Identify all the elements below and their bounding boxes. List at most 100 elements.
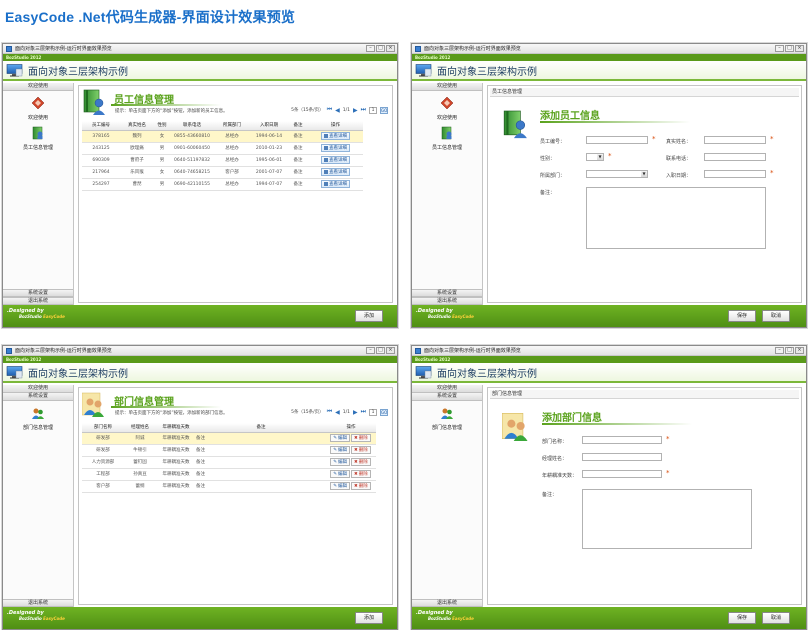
sidebar-header-welcome[interactable]: 欢迎使用 <box>412 385 482 393</box>
cancel-button[interactable]: 取消 <box>762 310 790 322</box>
delete-button[interactable]: ✖ 删除 <box>351 458 371 466</box>
table-row[interactable]: 217964 乐风猴女 0640-74658215 客户部 2001-07-07 备注 查… <box>82 166 363 179</box>
sidebar-system-settings[interactable]: 系统设置 <box>412 393 482 401</box>
col-header[interactable]: 年耕耦准天数 <box>156 423 196 433</box>
remark-textarea[interactable] <box>586 187 766 249</box>
last-page-icon[interactable]: ⏭ <box>361 408 366 416</box>
sidebar-exit[interactable]: 退出系统 <box>3 599 73 607</box>
close-icon[interactable]: × <box>795 347 804 354</box>
next-page-icon[interactable]: ▶ <box>353 107 358 114</box>
maximize-icon[interactable]: □ <box>785 45 794 52</box>
sidebar-exit[interactable]: 退出系统 <box>412 599 482 607</box>
minimize-icon[interactable]: – <box>366 347 375 354</box>
sidebar-system-settings[interactable]: 系统设置 <box>3 393 73 401</box>
sidebar-item-welcome[interactable]: 欢迎使用 <box>3 96 73 121</box>
close-icon[interactable]: × <box>795 45 804 52</box>
delete-button[interactable]: ✖ 删除 <box>351 482 371 490</box>
sidebar-header-welcome[interactable]: 欢迎使用 <box>412 83 482 91</box>
add-button[interactable]: 添加 <box>355 612 383 624</box>
col-header[interactable]: 所属部门 <box>214 121 250 131</box>
delete-button[interactable]: ✖ 删除 <box>351 470 371 478</box>
minimize-icon[interactable]: – <box>775 45 784 52</box>
delete-button[interactable]: ✖ 删除 <box>351 446 371 454</box>
delete-button[interactable]: ✖ 删除 <box>351 434 371 442</box>
table-row[interactable]: 690309 曹府子男 0640-51197832 总经办 1995-06-01 备注 查… <box>82 154 363 167</box>
col-header[interactable]: 经理姓名 <box>124 423 156 433</box>
view-detail-button[interactable]: 查看详细 <box>321 156 350 164</box>
col-header[interactable]: 备注 <box>196 423 326 433</box>
view-detail-button[interactable]: 查看详细 <box>321 132 350 140</box>
remark-textarea[interactable] <box>582 489 752 549</box>
col-header[interactable]: 真实姓名 <box>120 121 154 131</box>
first-page-icon[interactable]: ⏮ <box>327 106 332 114</box>
department-select[interactable]: ▼ <box>586 170 648 178</box>
hire-date-input[interactable] <box>704 170 766 178</box>
table-row[interactable]: 254297 曹琵男 0690-42110155 总经办 1994-07-07 备注 查看… <box>82 178 363 191</box>
view-detail-button[interactable]: 查看详细 <box>321 144 350 152</box>
table-row[interactable]: 378165 魏列女 0855-43660810 总经办 1994-06-14 备注 查看… <box>82 130 363 143</box>
days-input[interactable] <box>582 470 662 478</box>
sidebar-item-employee[interactable]: 员工信息管理 <box>3 126 73 151</box>
page-input[interactable]: 1 <box>369 106 377 114</box>
sidebar-item-department[interactable]: 部门信息管理 <box>412 406 482 431</box>
next-page-icon[interactable]: ▶ <box>353 409 358 416</box>
edit-button[interactable]: ✎ 编辑 <box>330 482 350 490</box>
col-header[interactable]: 备注 <box>288 121 308 131</box>
group-label: 员工信息管理 <box>490 88 799 97</box>
edit-button[interactable]: ✎ 编辑 <box>330 434 350 442</box>
sidebar-item-department[interactable]: 部门信息管理 <box>3 406 73 431</box>
sidebar-item-employee[interactable]: 员工信息管理 <box>412 126 482 151</box>
last-page-icon[interactable]: ⏭ <box>361 106 366 114</box>
page-input[interactable]: 1 <box>369 408 377 416</box>
emp-no-input[interactable] <box>586 136 648 144</box>
col-header[interactable]: 员工编号 <box>82 121 120 131</box>
window-titlebar: 面向对象三层架构示例-运行时界面效果预览 – □ × <box>3 44 397 54</box>
save-button[interactable]: 保存 <box>728 612 756 624</box>
table-row[interactable]: 人力资源部 蕾钉固 年耕耦准天数 备注 ✎ 编辑 ✖ 删除 <box>82 456 376 469</box>
add-button[interactable]: 添加 <box>355 310 383 322</box>
gender-select[interactable]: ▼ <box>586 153 604 161</box>
prev-page-icon[interactable]: ◀ <box>335 409 340 416</box>
table-row[interactable]: 工程部 孙真豆 年耕耦准天数 备注 ✎ 编辑 ✖ 删除 <box>82 468 376 481</box>
view-detail-button[interactable]: 查看详细 <box>321 168 350 176</box>
cancel-button[interactable]: 取消 <box>762 612 790 624</box>
minimize-icon[interactable]: – <box>775 347 784 354</box>
col-header[interactable]: 入职日期 <box>250 121 288 131</box>
edit-button[interactable]: ✎ 编辑 <box>330 458 350 466</box>
edit-button[interactable]: ✎ 编辑 <box>330 446 350 454</box>
table-row[interactable]: 客户部 蕾纲 年耕耦准天数 备注 ✎ 编辑 ✖ 删除 <box>82 480 376 493</box>
sidebar-exit[interactable]: 退出系统 <box>3 297 73 305</box>
real-name-input[interactable] <box>704 136 766 144</box>
sidebar-item-welcome[interactable]: 欢迎使用 <box>412 96 482 121</box>
table-row[interactable]: 243125 欧理痛男 0901-60060450 总经办 2010-01-23 备注 查… <box>82 142 363 155</box>
sidebar-system-settings[interactable]: 系统设置 <box>3 289 73 297</box>
col-header[interactable]: 性别 <box>154 121 170 131</box>
sidebar-exit[interactable]: 退出系统 <box>412 297 482 305</box>
cell: 女 <box>154 166 170 179</box>
maximize-icon[interactable]: □ <box>376 347 385 354</box>
save-button[interactable]: 保存 <box>728 310 756 322</box>
view-detail-button[interactable]: 查看详细 <box>321 180 350 188</box>
col-header[interactable]: 联系电话 <box>170 121 214 131</box>
table-row[interactable]: 研发部 牛顿引 年耕耦准天数 备注 ✎ 编辑 ✖ 删除 <box>82 444 376 457</box>
sidebar-header-welcome[interactable]: 欢迎使用 <box>3 385 73 393</box>
window-titlebar: 面向对象三层架构示例-运行时界面效果预览 – □ × <box>412 346 806 356</box>
minimize-icon[interactable]: – <box>366 45 375 52</box>
maximize-icon[interactable]: □ <box>785 347 794 354</box>
dept-name-input[interactable] <box>582 436 662 444</box>
phone-input[interactable] <box>704 153 766 161</box>
edit-button[interactable]: ✎ 编辑 <box>330 470 350 478</box>
sidebar-header-welcome[interactable]: 欢迎使用 <box>3 83 73 91</box>
view-detail-label: 查看详细 <box>329 158 347 163</box>
sidebar-system-settings[interactable]: 系统设置 <box>412 289 482 297</box>
col-header[interactable]: 部门名称 <box>82 423 124 433</box>
go-button[interactable]: GO <box>380 408 388 416</box>
close-icon[interactable]: × <box>386 45 395 52</box>
go-button[interactable]: GO <box>380 106 388 114</box>
maximize-icon[interactable]: □ <box>376 45 385 52</box>
close-icon[interactable]: × <box>386 347 395 354</box>
table-row[interactable]: 研发部 阿诚 年耕耦准天数 备注 ✎ 编辑 ✖ 删除 <box>82 432 376 445</box>
first-page-icon[interactable]: ⏮ <box>327 408 332 416</box>
prev-page-icon[interactable]: ◀ <box>335 107 340 114</box>
manager-name-input[interactable] <box>582 453 662 461</box>
